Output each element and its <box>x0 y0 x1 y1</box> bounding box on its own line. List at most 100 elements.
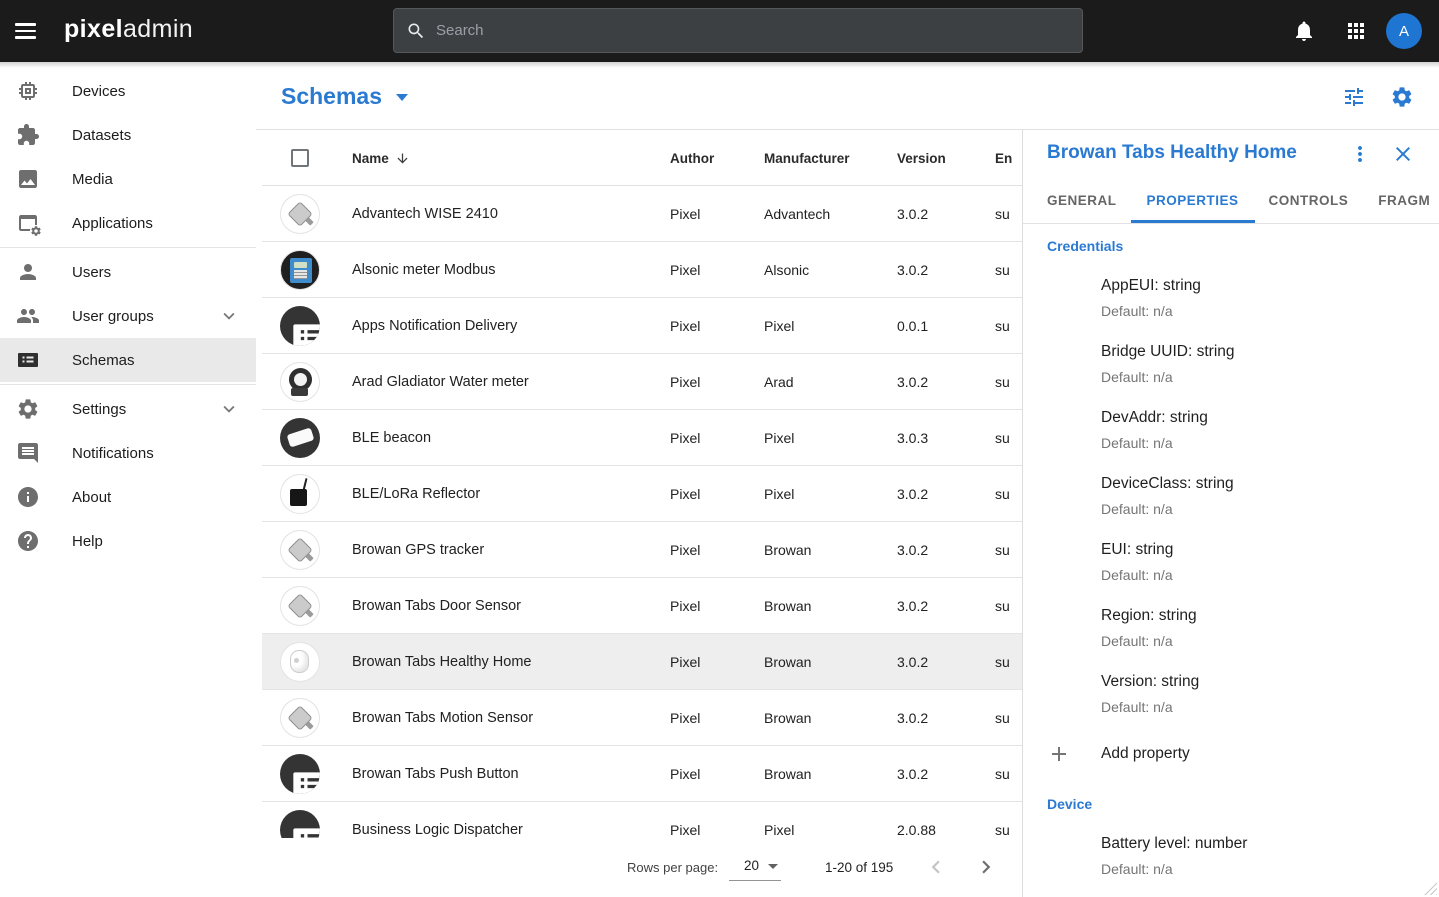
schema-icon <box>16 348 40 372</box>
property-default: Default: n/a <box>1101 368 1415 386</box>
property-default: Default: n/a <box>1101 632 1415 650</box>
row-name: Business Logic Dispatcher <box>352 822 523 838</box>
sidebar-nav: Devices Datasets Media Applications User… <box>0 62 256 897</box>
row-manufacturer: Browan <box>764 598 811 614</box>
add-property-button[interactable]: Add property <box>1047 742 1415 766</box>
row-version: 3.0.2 <box>897 374 928 390</box>
table-row[interactable]: Browan Tabs Motion Sensor Pixel Browan 3… <box>262 690 1022 746</box>
rows-per-page-select[interactable]: 20 <box>729 851 781 881</box>
help-icon <box>16 529 40 553</box>
select-caret-icon <box>768 864 778 869</box>
app-logo: pixeladmin <box>64 15 193 44</box>
sidebar-item-label: Settings <box>72 401 126 418</box>
logo-bold: pixel <box>64 15 123 43</box>
row-manufacturer: Pixel <box>764 318 794 334</box>
kebab-menu-icon[interactable] <box>1348 142 1372 166</box>
user-avatar[interactable]: A <box>1386 13 1422 49</box>
close-icon[interactable] <box>1391 142 1415 166</box>
sidebar-item-label: Devices <box>72 83 125 100</box>
tab-controls[interactable]: CONTROLS <box>1269 178 1349 223</box>
row-name: Browan GPS tracker <box>352 542 484 558</box>
schema-card-dark <box>280 306 320 346</box>
table-row[interactable]: BLE beacon Pixel Pixel 3.0.3 su <box>262 410 1022 466</box>
row-name: Arad Gladiator Water meter <box>352 374 529 390</box>
row-version: 2.0.88 <box>897 822 936 838</box>
table-row[interactable]: Advantech WISE 2410 Pixel Advantech 3.0.… <box>262 186 1022 242</box>
sidebar-item-user-groups[interactable]: User groups <box>0 294 256 338</box>
rows-per-page-label: Rows per page: <box>627 860 718 875</box>
row-enabled: su <box>995 542 1010 558</box>
property-name: AppEUI: string <box>1101 276 1415 296</box>
table-row[interactable]: Browan Tabs Door Sensor Pixel Browan 3.0… <box>262 578 1022 634</box>
chevron-down-icon <box>218 305 240 327</box>
sidebar-item-schemas[interactable]: Schemas <box>0 338 256 382</box>
section-title: Device <box>1047 796 1415 812</box>
notifications-bell-icon[interactable] <box>1292 19 1316 43</box>
sidebar-divider <box>0 247 256 248</box>
plus-icon <box>1047 742 1071 766</box>
table-row[interactable]: Arad Gladiator Water meter Pixel Arad 3.… <box>262 354 1022 410</box>
table-row[interactable]: Browan GPS tracker Pixel Browan 3.0.2 su <box>262 522 1022 578</box>
property-item[interactable]: EUI: string Default: n/a <box>1101 540 1415 584</box>
next-page-chevron-icon[interactable] <box>973 854 999 880</box>
search-icon <box>406 21 426 41</box>
sidebar-item-settings[interactable]: Settings <box>0 387 256 431</box>
property-item[interactable]: AppEUI: string Default: n/a <box>1101 276 1415 320</box>
property-default: Default: n/a <box>1101 434 1415 452</box>
filter-tune-icon[interactable] <box>1342 85 1366 109</box>
column-header-name[interactable]: Name <box>352 130 410 186</box>
gear-icon <box>16 397 40 421</box>
select-all-checkbox[interactable] <box>291 149 309 167</box>
detail-panel-tabs: GENERAL PROPERTIES CONTROLS FRAGM <box>1023 178 1439 224</box>
tab-fragm[interactable]: FRAGM <box>1378 178 1430 223</box>
row-version: 3.0.2 <box>897 766 928 782</box>
previous-page-chevron-icon[interactable] <box>923 854 949 880</box>
property-default: Default: n/a <box>1101 860 1415 878</box>
property-item[interactable]: DeviceClass: string Default: n/a <box>1101 474 1415 518</box>
property-default: Default: n/a <box>1101 698 1415 716</box>
row-name: Advantech WISE 2410 <box>352 206 498 222</box>
row-enabled: su <box>995 486 1010 502</box>
device-camera-white <box>280 642 320 682</box>
device-sensor-gray <box>280 586 320 626</box>
property-item[interactable]: DevAddr: string Default: n/a <box>1101 408 1415 452</box>
column-header-manufacturer: Manufacturer <box>764 130 850 186</box>
property-item[interactable]: Battery level: number Default: n/a <box>1101 834 1415 878</box>
sidebar-item-about[interactable]: About <box>0 475 256 519</box>
sidebar-item-media[interactable]: Media <box>0 157 256 201</box>
row-manufacturer: Pixel <box>764 430 794 446</box>
sidebar-item-datasets[interactable]: Datasets <box>0 113 256 157</box>
sidebar-item-notifications[interactable]: Notifications <box>0 431 256 475</box>
row-enabled: su <box>995 766 1010 782</box>
image-icon <box>16 167 40 191</box>
sidebar-item-users[interactable]: Users <box>0 250 256 294</box>
property-item[interactable]: Region: string Default: n/a <box>1101 606 1415 650</box>
property-name: Bridge UUID: string <box>1101 342 1415 362</box>
page-title-dropdown[interactable]: Schemas <box>281 62 408 130</box>
table-row[interactable]: Apps Notification Delivery Pixel Pixel 0… <box>262 298 1022 354</box>
property-item[interactable]: Bridge UUID: string Default: n/a <box>1101 342 1415 386</box>
table-row[interactable]: Alsonic meter Modbus Pixel Alsonic 3.0.2… <box>262 242 1022 298</box>
table-settings-gear-icon[interactable] <box>1390 85 1414 109</box>
search-input[interactable] <box>436 22 1082 39</box>
pagination-range: 1-20 of 195 <box>825 860 893 875</box>
row-author: Pixel <box>670 766 700 782</box>
table-row[interactable]: Browan Tabs Healthy Home Pixel Browan 3.… <box>262 634 1022 690</box>
tab-properties[interactable]: PROPERTIES <box>1147 178 1239 223</box>
property-item[interactable]: Version: string Default: n/a <box>1101 672 1415 716</box>
row-version: 3.0.3 <box>897 430 928 446</box>
column-header-version: Version <box>897 130 946 186</box>
device-sensor-gray <box>280 530 320 570</box>
sidebar-item-applications[interactable]: Applications <box>0 201 256 245</box>
hamburger-menu-icon[interactable] <box>12 17 40 45</box>
row-name: Browan Tabs Door Sensor <box>352 598 521 614</box>
sidebar-item-label: Datasets <box>72 127 131 144</box>
property-name: EUI: string <box>1101 540 1415 560</box>
sidebar-item-devices[interactable]: Devices <box>0 69 256 113</box>
sidebar-item-help[interactable]: Help <box>0 519 256 563</box>
tab-general[interactable]: GENERAL <box>1047 178 1117 223</box>
table-row[interactable]: BLE/LoRa Reflector Pixel Pixel 3.0.2 su <box>262 466 1022 522</box>
apps-grid-icon[interactable] <box>1344 19 1368 43</box>
table-row[interactable]: Browan Tabs Push Button Pixel Browan 3.0… <box>262 746 1022 802</box>
chevron-down-icon <box>396 94 408 101</box>
